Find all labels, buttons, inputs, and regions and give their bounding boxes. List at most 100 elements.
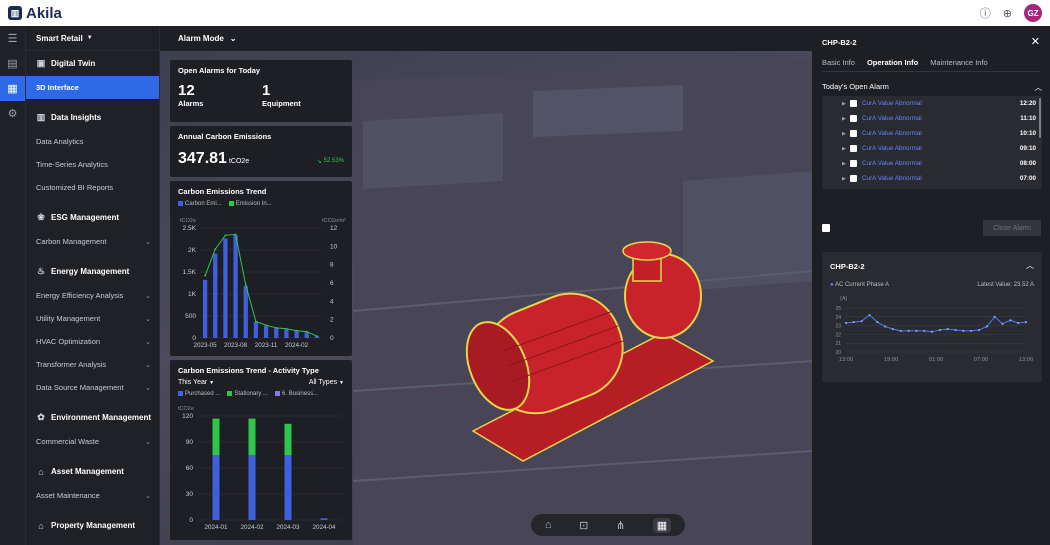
- select-all-checkbox[interactable]: [822, 224, 830, 232]
- legend-item-business[interactable]: 6. Business...: [275, 391, 318, 397]
- type-select[interactable]: All Types ▼: [309, 379, 344, 386]
- x-tick: 2024-04: [312, 524, 336, 531]
- caret-right-icon[interactable]: ▶: [842, 131, 850, 137]
- sidebar-item-label: Data Source Management: [36, 383, 124, 392]
- 3d-scene[interactable]: [353, 61, 813, 545]
- avatar[interactable]: GZ: [1024, 4, 1042, 22]
- sidebar-item[interactable]: Transformer Analysis ⌄: [26, 353, 159, 376]
- cube-icon: ▣: [36, 58, 46, 68]
- sidebar-item[interactable]: Time-Series Analytics: [26, 153, 159, 176]
- alarm-checkbox[interactable]: [850, 100, 857, 107]
- period-select[interactable]: This Year ▼: [178, 379, 214, 386]
- caret-right-icon[interactable]: ▶: [842, 101, 850, 107]
- chevron-down-icon[interactable]: ⌄: [230, 34, 237, 43]
- sidebar-section-3[interactable]: ♨ Energy Management: [26, 259, 159, 284]
- sidebar-item[interactable]: 3D Interface: [26, 76, 159, 99]
- point-current: [930, 330, 934, 333]
- alarm-list-scrollbar[interactable]: [1039, 98, 1041, 138]
- caret-right-icon[interactable]: ▶: [842, 116, 850, 122]
- leaf-icon: ❀: [37, 212, 45, 222]
- tab-basic-info[interactable]: Basic Info: [822, 58, 855, 72]
- mode-selector[interactable]: Alarm Mode: [178, 34, 224, 43]
- point-intensity: [265, 324, 267, 327]
- home-icon[interactable]: ⌂: [545, 519, 552, 531]
- grid-icon[interactable]: ▦: [652, 517, 672, 533]
- chevron-up-icon[interactable]: ︿: [1035, 82, 1043, 93]
- sidebar-item[interactable]: Utility Management ⌄: [26, 307, 159, 330]
- report-icon[interactable]: ▤: [0, 51, 25, 76]
- sidebar-item[interactable]: Energy Efficiency Analysis ⌄: [26, 284, 159, 307]
- sidebar-section-2[interactable]: ❀ ESG Management: [26, 205, 159, 230]
- alarm-checkbox[interactable]: [850, 115, 857, 122]
- point-current: [907, 329, 910, 332]
- alarm-text[interactable]: CurA Value Abnormal: [862, 175, 1020, 182]
- sidebar-item[interactable]: Data Source Management ⌄: [26, 376, 159, 399]
- globe-icon[interactable]: ⊕: [1003, 7, 1012, 20]
- sidebar-section-6[interactable]: ⌂ Property Management: [26, 513, 159, 538]
- site-selector[interactable]: Smart Retail ▼: [26, 26, 159, 51]
- sidebar-item[interactable]: Asset Maintenance ⌄: [26, 484, 159, 507]
- alarm-text[interactable]: CurA Value Abnormal: [862, 100, 1020, 107]
- carbon-trend-chart[interactable]: tCO2e tCO2e/m²2.5K2K1.5K1K500012108642020…: [170, 214, 352, 354]
- alarm-row[interactable]: ▶ CurA Value Abnormal 12:20: [822, 96, 1042, 111]
- sidebar-item[interactable]: Data Analytics: [26, 130, 159, 153]
- alarm-row[interactable]: ▶ CurA Value Abnormal 07:00: [822, 171, 1042, 186]
- annual-emissions-stat: 347.81 tCO2e: [178, 150, 249, 168]
- chevron-up-icon[interactable]: ︿: [1026, 260, 1034, 271]
- sidebar-section-0[interactable]: ▣ Digital Twin: [26, 51, 159, 76]
- logo-text: Akila: [26, 4, 62, 22]
- alarm-text[interactable]: CurA Value Abnormal: [862, 115, 1020, 122]
- alarm-time: 10:10: [1019, 130, 1036, 137]
- alarm-checkbox[interactable]: [850, 160, 857, 167]
- legend-item-stationary[interactable]: Stationary ...: [227, 391, 268, 397]
- legend-item-purchased[interactable]: Purchased ...: [178, 391, 220, 397]
- open-alarm-header[interactable]: Today's Open Alarm ︿: [822, 82, 1042, 93]
- alarm-text[interactable]: CurA Value Abnormal: [862, 130, 1020, 137]
- close-alarm-button[interactable]: Close Alarm: [983, 220, 1041, 236]
- sidebar-item-label: Transformer Analysis: [36, 360, 107, 369]
- point-current: [1017, 321, 1020, 325]
- help-icon[interactable]: ⓘ: [980, 5, 991, 21]
- sidebar-item[interactable]: HVAC Optimization ⌄: [26, 330, 159, 353]
- tab-operation-info[interactable]: Operation Info: [866, 58, 919, 72]
- alarm-checkbox[interactable]: [850, 175, 857, 182]
- legend-item-intensity[interactable]: Emission In...: [228, 201, 272, 207]
- y-tick-right: 6: [330, 280, 334, 287]
- alarm-text[interactable]: CurA Value Abnormal: [862, 145, 1020, 152]
- y-tick-right: 4: [330, 298, 334, 305]
- point-intensity: [214, 248, 217, 250]
- equipment-detail-panel: CHP-B2-2 ✕ Basic Info Operation Info Mai…: [812, 30, 1050, 545]
- sidebar-item[interactable]: Carbon Management ⌄: [26, 230, 159, 253]
- sidebar-item[interactable]: Customized BI Reports: [26, 176, 159, 199]
- sidebar-section-1[interactable]: ▥ Data Insights: [26, 105, 159, 130]
- caret-right-icon[interactable]: ▶: [842, 161, 850, 167]
- tab-maintenance-info[interactable]: Maintenance Info: [930, 58, 988, 72]
- logo-icon: ▥: [8, 6, 22, 20]
- caret-right-icon[interactable]: ▶: [842, 146, 850, 152]
- alarm-row[interactable]: ▶ CurA Value Abnormal 08:00: [822, 156, 1042, 171]
- menu-icon[interactable]: ☰: [0, 26, 25, 51]
- y-tick-right: 8: [330, 262, 334, 269]
- gear-icon[interactable]: ⚙: [0, 101, 25, 126]
- caret-right-icon[interactable]: ▶: [842, 176, 850, 182]
- y-tick: 120: [182, 413, 193, 420]
- alarm-row[interactable]: ▶ CurA Value Abnormal 09:10: [822, 141, 1042, 156]
- alarm-text[interactable]: CurA Value Abnormal: [862, 160, 1020, 167]
- building-icon[interactable]: ▦: [0, 76, 25, 101]
- legend-item-carbon[interactable]: Carbon Emi...: [178, 201, 222, 207]
- activity-trend-chart[interactable]: tCO2e120 90 60 30 0 2024-01 2024-02 2024-03 2024…: [170, 404, 352, 539]
- top-bar-actions: ⓘ ⊕ GZ: [980, 4, 1042, 22]
- alarm-checkbox[interactable]: [850, 130, 857, 137]
- alarm-row[interactable]: ▶ CurA Value Abnormal 10:10: [822, 126, 1042, 141]
- alarm-checkbox[interactable]: [850, 145, 857, 152]
- current-trend-chart[interactable]: (A)25242322212013:00 19:00 01:00 07:00 13:00: [822, 292, 1042, 382]
- sidebar-section-5[interactable]: ⌂ Asset Management: [26, 459, 159, 484]
- alarm-row[interactable]: ▶ CurA Value Abnormal 11:10: [822, 111, 1042, 126]
- sidebar-item[interactable]: Commercial Waste ⌄: [26, 430, 159, 453]
- sidebar-item-label: Utility Management: [36, 314, 101, 323]
- sidebar-section-4[interactable]: ✿ Environment Management: [26, 405, 159, 430]
- hierarchy-icon[interactable]: ⋔: [616, 519, 625, 532]
- focus-icon[interactable]: ⊡: [579, 519, 588, 532]
- close-icon[interactable]: ✕: [1031, 35, 1040, 48]
- logo[interactable]: ▥ Akila: [8, 5, 62, 22]
